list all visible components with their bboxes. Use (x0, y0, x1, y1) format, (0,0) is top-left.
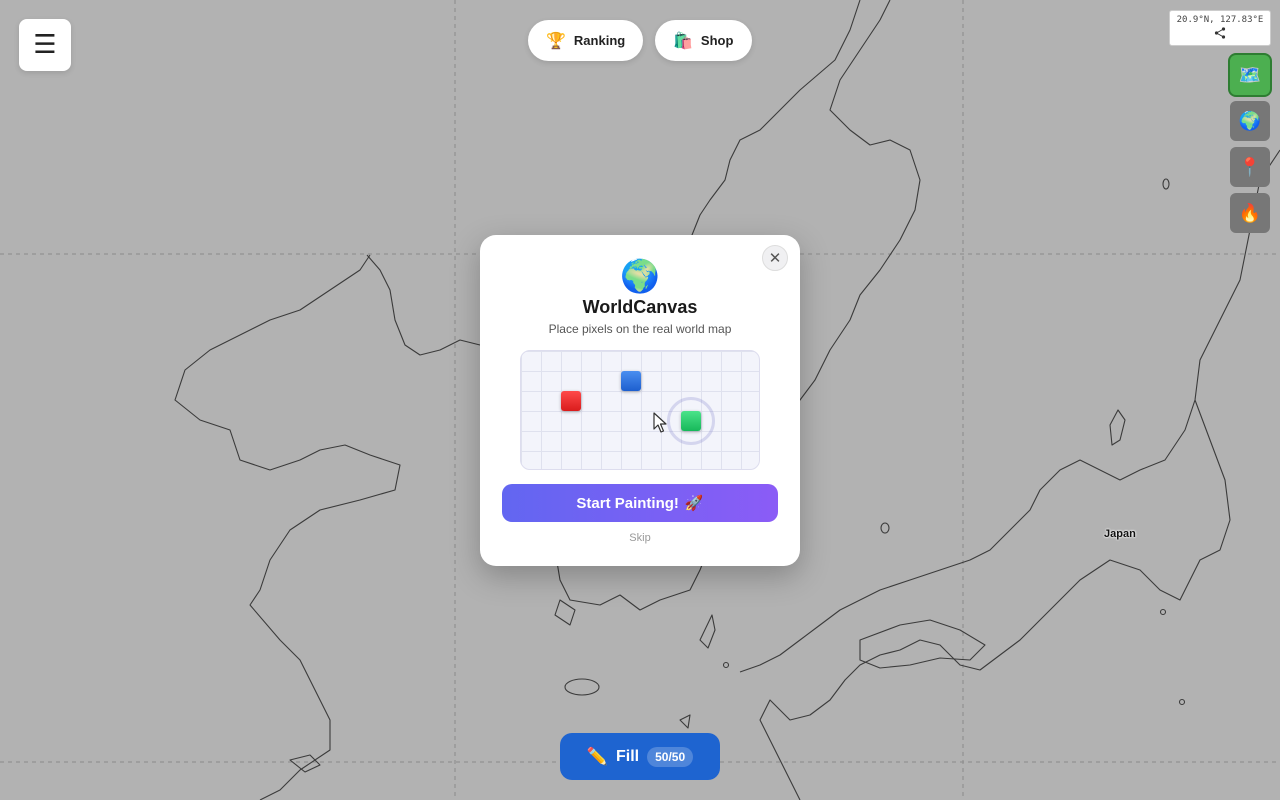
start-painting-button[interactable]: Start Painting! 🚀 (502, 484, 778, 522)
skip-link[interactable]: Skip (480, 532, 800, 544)
map-layer-button[interactable]: 🗺️ (1230, 55, 1270, 95)
ranking-label: Ranking (573, 33, 626, 48)
coordinates-panel[interactable]: 20.9°N, 127.83°E (1169, 10, 1271, 46)
country-label-japan: Japan (1104, 528, 1136, 540)
fire-icon: 🔥 (1238, 202, 1262, 224)
share-icon[interactable] (1214, 27, 1226, 39)
ranking-button[interactable]: 🏆 Ranking (528, 20, 643, 61)
fill-button[interactable]: ✏️ Fill 50/50 (560, 733, 720, 780)
globe-icon: 🌍 (620, 257, 660, 295)
modal-title: WorldCanvas (582, 297, 698, 317)
shop-button[interactable]: 🛍️ Shop (655, 20, 752, 61)
trophy-icon: 🏆 (546, 31, 566, 50)
menu-button[interactable]: ☰ (19, 19, 71, 71)
rocket-icon: 🚀 (684, 494, 704, 512)
demo-pixel-green (681, 411, 701, 431)
pin-layer-button[interactable]: 📍 (1230, 147, 1270, 187)
globe-icon: 🌍 (1238, 110, 1262, 132)
hamburger-icon: ☰ (33, 30, 57, 60)
fill-count-badge: 50/50 (647, 746, 694, 767)
map-layer-toolbar: 🗺️ 🌍 📍 🔥 (1230, 55, 1270, 233)
coordinates-readout: 20.9°N, 127.83°E (1176, 15, 1264, 25)
start-painting-label: Start Painting! (576, 494, 679, 512)
demo-pixel-blue (621, 371, 641, 391)
globe-layer-button[interactable]: 🌍 (1230, 101, 1270, 141)
pin-icon: 📍 (1238, 156, 1262, 178)
shopping-bags-icon: 🛍️ (673, 31, 693, 50)
modal-subtitle: Place pixels on the real world map (548, 322, 732, 336)
pencil-icon: ✏️ (586, 746, 609, 767)
fill-label: Fill (616, 747, 640, 765)
fire-layer-button[interactable]: 🔥 (1230, 193, 1270, 233)
pixel-demo-grid (520, 350, 760, 470)
demo-pixel-red (561, 391, 581, 411)
map-icon: 🗺️ (1238, 64, 1262, 86)
cursor-icon (653, 412, 667, 433)
welcome-modal: ✕ 🌍 WorldCanvas Place pixels on the real… (480, 235, 800, 566)
top-nav: 🏆 Ranking 🛍️ Shop (528, 20, 752, 61)
shop-label: Shop (700, 33, 734, 48)
